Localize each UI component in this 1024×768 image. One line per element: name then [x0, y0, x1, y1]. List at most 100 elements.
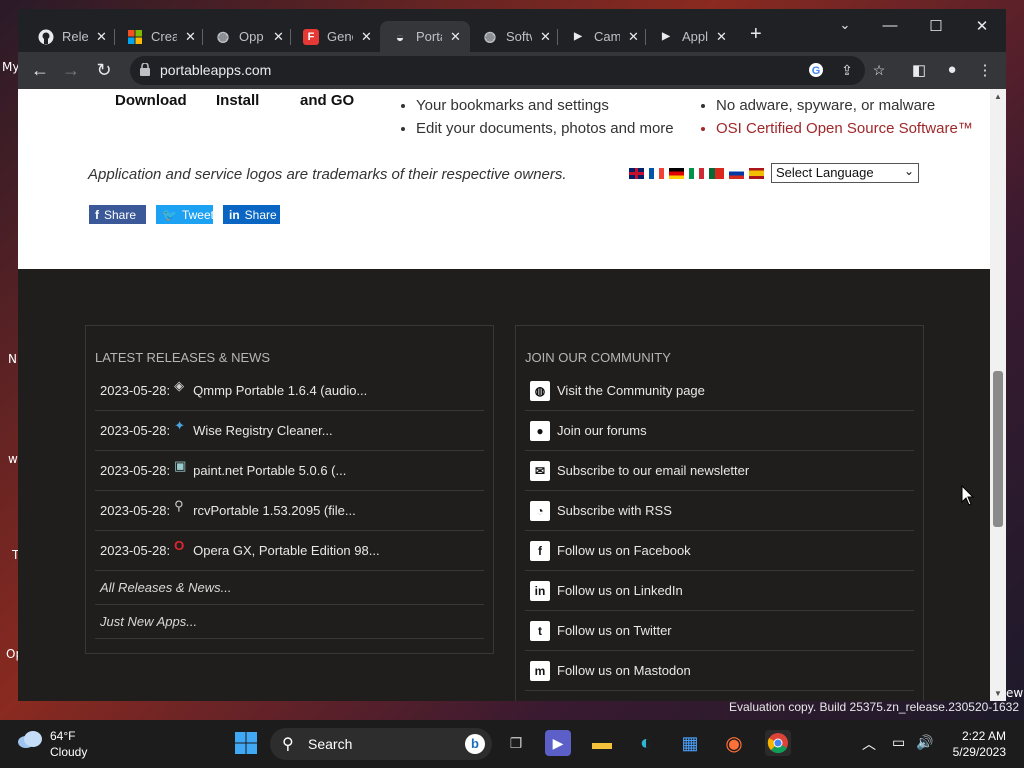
all-releases-link[interactable]: All Releases & News...: [95, 571, 484, 605]
menu-icon[interactable]: ⋮: [975, 61, 995, 81]
tab-opp[interactable]: ◍ Opp ✕: [203, 21, 289, 52]
close-icon[interactable]: ✕: [628, 29, 639, 45]
vertical-scrollbar[interactable]: ▲ ▼: [990, 89, 1006, 701]
svg-text:G: G: [812, 65, 821, 77]
close-icon[interactable]: ✕: [185, 29, 196, 45]
scroll-down-icon[interactable]: ▼: [994, 689, 1002, 698]
tab-title: Rele: [62, 29, 88, 44]
close-icon[interactable]: ✕: [273, 29, 284, 45]
chrome-icon[interactable]: [765, 730, 791, 756]
community-item-newsletter[interactable]: ✉ Subscribe to our email newsletter: [525, 451, 914, 491]
tweet-button[interactable]: 🐦 Tweet: [156, 205, 214, 224]
new-tab-button[interactable]: +: [750, 23, 762, 46]
task-view-icon[interactable]: ❐: [503, 730, 529, 756]
italy-flag-icon[interactable]: [689, 168, 704, 179]
linkedin-share-button[interactable]: in Share: [223, 205, 280, 224]
side-panel-icon[interactable]: ◧: [909, 61, 929, 81]
news-title[interactable]: Wise Registry Cleaner...: [193, 423, 332, 438]
spain-flag-icon[interactable]: [749, 168, 764, 179]
news-title[interactable]: Opera GX, Portable Edition 98...: [193, 543, 379, 558]
bing-icon[interactable]: b: [465, 734, 485, 754]
volume-icon[interactable]: 🔊: [916, 734, 933, 751]
community-label[interactable]: Subscribe with RSS: [557, 503, 672, 518]
close-icon[interactable]: ✕: [540, 29, 551, 45]
community-label[interactable]: Join our forums: [557, 423, 647, 438]
community-label[interactable]: Follow us on Mastodon: [557, 663, 691, 678]
minimize-button[interactable]: —: [875, 17, 905, 34]
address-bar[interactable]: portableapps.com G ⇪ ☆: [130, 56, 885, 85]
scroll-up-icon[interactable]: ▲: [994, 92, 1002, 101]
tab-search-icon[interactable]: ⌄: [830, 17, 860, 33]
desktop-icon-label[interactable]: ew: [1006, 686, 1023, 700]
url-text[interactable]: portableapps.com: [160, 62, 271, 78]
tab-portableapps[interactable]: ◒ Porta ✕: [380, 21, 470, 52]
firefox-icon[interactable]: ◉: [721, 730, 747, 756]
tab-generate[interactable]: F Gene ✕: [291, 21, 377, 52]
close-window-button[interactable]: ✕: [967, 17, 997, 35]
news-item[interactable]: 2023-05-28: ⚲ rcvPortable 1.53.2095 (fil…: [95, 491, 484, 531]
taskbar-search[interactable]: ⚲ Search b: [270, 728, 492, 760]
share-icon[interactable]: ⇪: [838, 62, 856, 80]
reload-button[interactable]: ↻: [92, 60, 116, 81]
system-clock[interactable]: 2:22 AM 5/29/2023: [948, 728, 1006, 760]
news-title[interactable]: Qmmp Portable 1.6.4 (audio...: [193, 383, 367, 398]
tab-create[interactable]: Crea ✕: [115, 21, 201, 52]
tab-apple[interactable]: ▶ Appl ✕: [646, 21, 732, 52]
osi-link[interactable]: OSI Certified Open Source Software™: [716, 117, 973, 140]
france-flag-icon[interactable]: [649, 168, 664, 179]
community-item-mastodon[interactable]: m Follow us on Mastodon: [525, 651, 914, 691]
news-title[interactable]: paint.net Portable 5.0.6 (...: [193, 463, 346, 478]
facebook-share-button[interactable]: f Share: [89, 205, 146, 224]
network-icon[interactable]: ▭: [892, 734, 905, 751]
close-icon[interactable]: ✕: [361, 29, 372, 45]
desktop-icon-label[interactable]: My: [2, 60, 19, 74]
news-item[interactable]: 2023-05-28: ✦ Wise Registry Cleaner...: [95, 411, 484, 451]
start-button[interactable]: [233, 730, 259, 756]
maximize-button[interactable]: ☐: [921, 17, 951, 35]
tab-cam[interactable]: ▶ Cam ✕: [558, 21, 644, 52]
close-icon[interactable]: ✕: [450, 29, 461, 45]
chevron-up-icon[interactable]: ︿: [862, 734, 876, 754]
edge-icon[interactable]: ◐: [633, 730, 659, 756]
news-title[interactable]: rcvPortable 1.53.2095 (file...: [193, 503, 356, 518]
portugal-flag-icon[interactable]: [709, 168, 724, 179]
tab-releases[interactable]: Rele ✕: [26, 21, 112, 52]
close-icon[interactable]: ✕: [96, 29, 107, 45]
language-select[interactable]: Select Language ⌄: [771, 163, 919, 183]
profile-icon[interactable]: ●: [942, 61, 962, 81]
community-label[interactable]: Follow us on Facebook: [557, 543, 691, 558]
community-item-page[interactable]: ◍ Visit the Community page: [525, 371, 914, 411]
file-explorer-icon[interactable]: ▬: [589, 730, 615, 756]
community-item-rss[interactable]: ◔ Subscribe with RSS: [525, 491, 914, 531]
uk-flag-icon[interactable]: [629, 168, 644, 179]
weather-widget[interactable]: 64°F Cloudy: [16, 729, 87, 759]
community-label[interactable]: Subscribe to our email newsletter: [557, 463, 749, 478]
tab-software[interactable]: ◍ Softv ✕: [470, 21, 556, 52]
scrollbar-thumb[interactable]: [993, 371, 1003, 527]
google-lens-icon[interactable]: G: [807, 62, 825, 80]
forward-button[interactable]: →: [59, 60, 83, 81]
news-item[interactable]: 2023-05-28: O Opera GX, Portable Edition…: [95, 531, 484, 571]
store-icon[interactable]: ▦: [677, 730, 703, 756]
news-item[interactable]: 2023-05-28: ◈ Qmmp Portable 1.6.4 (audio…: [95, 371, 484, 411]
community-item-facebook[interactable]: f Follow us on Facebook: [525, 531, 914, 571]
community-label[interactable]: Follow us on Twitter: [557, 623, 672, 638]
community-item-forums[interactable]: ● Join our forums: [525, 411, 914, 451]
russia-flag-icon[interactable]: [729, 168, 744, 179]
paintnet-icon: ▣: [174, 458, 187, 473]
desktop-icon-label[interactable]: w: [8, 452, 18, 466]
community-item-twitter[interactable]: t Follow us on Twitter: [525, 611, 914, 651]
tab-title: Gene: [327, 29, 353, 44]
community-label[interactable]: Visit the Community page: [557, 383, 705, 398]
news-item[interactable]: 2023-05-28: ▣ paint.net Portable 5.0.6 (…: [95, 451, 484, 491]
bookmark-star-icon[interactable]: ☆: [870, 62, 888, 80]
desktop-icon-label[interactable]: N: [8, 352, 17, 366]
teams-chat-icon[interactable]: ▶: [545, 730, 571, 756]
just-new-apps-link[interactable]: Just New Apps...: [95, 605, 484, 639]
germany-flag-icon[interactable]: [669, 168, 684, 179]
back-button[interactable]: ←: [28, 60, 52, 81]
browser-toolbar: ← → ↻ portableapps.com G ⇪ ☆ ◧ ● ⋮: [18, 52, 1006, 89]
community-item-linkedin[interactable]: in Follow us on LinkedIn: [525, 571, 914, 611]
close-icon[interactable]: ✕: [716, 29, 727, 45]
community-label[interactable]: Follow us on LinkedIn: [557, 583, 683, 598]
